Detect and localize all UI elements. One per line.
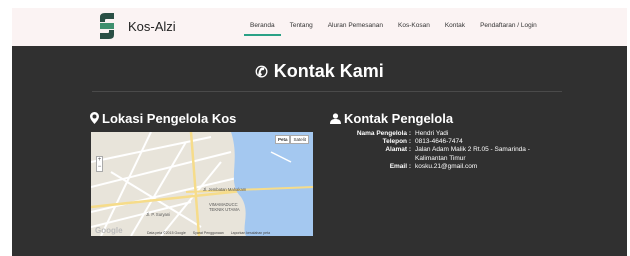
contact-row-name: Nama Pengelola : Hendri Yadi: [330, 130, 560, 138]
map-marker-icon: [90, 112, 99, 124]
contact-value: Hendri Yadi: [415, 130, 449, 137]
location-heading-text: Lokasi Pengelola Kos: [102, 111, 237, 126]
brand-name: Kos-Alzi: [128, 18, 176, 34]
contact-label: Nama Pengelola :: [356, 130, 411, 137]
contact-row-email: Email : kosku.21@gmail.com: [330, 163, 560, 171]
map-type-peta-button[interactable]: Peta: [274, 135, 291, 144]
map-road-label: Jl. Jembatan Mahakam: [203, 187, 247, 192]
contact-value: Jalan Adam Malik 2 Rt.05 - Samarinda - K…: [415, 146, 530, 162]
nav-item-kos-kosan[interactable]: Kos-Kosan: [398, 22, 430, 29]
map-terms-link[interactable]: Syarat Penggunaan: [193, 231, 224, 235]
kos-alzi-logo-icon: [100, 13, 114, 39]
contact-section: ✆ Kontak Kami Lokasi Pengelola Kos + − Pet…: [12, 46, 627, 256]
contact-heading: Kontak Pengelola: [330, 111, 453, 126]
google-logo: Google: [95, 226, 123, 235]
nav-item-tentang[interactable]: Tentang: [290, 22, 313, 29]
contact-email-link[interactable]: kosku.21@gmail.com: [415, 163, 560, 171]
main-menu: Beranda Tentang Aluran Pemesanan Kos-Kos…: [244, 22, 552, 36]
phone-icon: ✆: [255, 64, 268, 81]
contact-label: Alamat :: [385, 146, 411, 154]
page-title-text: Kontak Kami: [273, 61, 384, 81]
contact-label: Email :: [389, 162, 411, 170]
map-footer: Data peta ©2015 Google Syarat Penggunaan…: [147, 231, 276, 235]
map-type-toggle: Peta Satelit: [274, 135, 309, 144]
nav-item-kontak[interactable]: Kontak: [445, 22, 465, 29]
map-report-link[interactable]: Laporkan kesalahan peta: [231, 231, 270, 235]
contact-row-phone: Telepon : 0813-4646-7474: [330, 138, 560, 146]
page-title: ✆ Kontak Kami: [12, 61, 627, 82]
map-type-satelit-button[interactable]: Satelit: [290, 135, 309, 144]
contact-row-address: Alamat : Jalan Adam Malik 2 Rt.05 - Sama…: [330, 146, 560, 162]
map-data-credit: Data peta ©2015 Google: [147, 231, 186, 235]
map-canvas: [91, 132, 313, 236]
brand-logo-link[interactable]: Kos-Alzi: [96, 11, 176, 41]
user-icon: [330, 113, 341, 124]
location-heading: Lokasi Pengelola Kos: [90, 111, 236, 126]
map-zoom-control[interactable]: + −: [96, 156, 103, 172]
map-street-label: Jl. P. Suryani: [146, 212, 171, 217]
map-place-label: VIMAMADUCC TEKNIK UTAMA: [209, 202, 240, 212]
nav-item-beranda[interactable]: Beranda: [244, 22, 281, 36]
contact-heading-text: Kontak Pengelola: [344, 111, 454, 126]
contact-value: 0813-4646-7474: [415, 138, 463, 146]
top-strip: [0, 0, 630, 8]
nav-item-aluran-pemesanan[interactable]: Aluran Pemesanan: [328, 22, 383, 29]
location-map[interactable]: + − Peta Satelit Jl. Jembatan Mahakam VIM…: [91, 132, 313, 236]
nav-item-pendaftaran-login[interactable]: Pendaftaran / Login: [480, 22, 537, 29]
contact-label: Telepon :: [382, 138, 411, 146]
title-divider: [92, 91, 562, 92]
contact-info: Nama Pengelola : Hendri Yadi Telepon : 0…: [330, 130, 560, 171]
navbar: Kos-Alzi Beranda Tentang Aluran Pemesana…: [12, 8, 627, 52]
